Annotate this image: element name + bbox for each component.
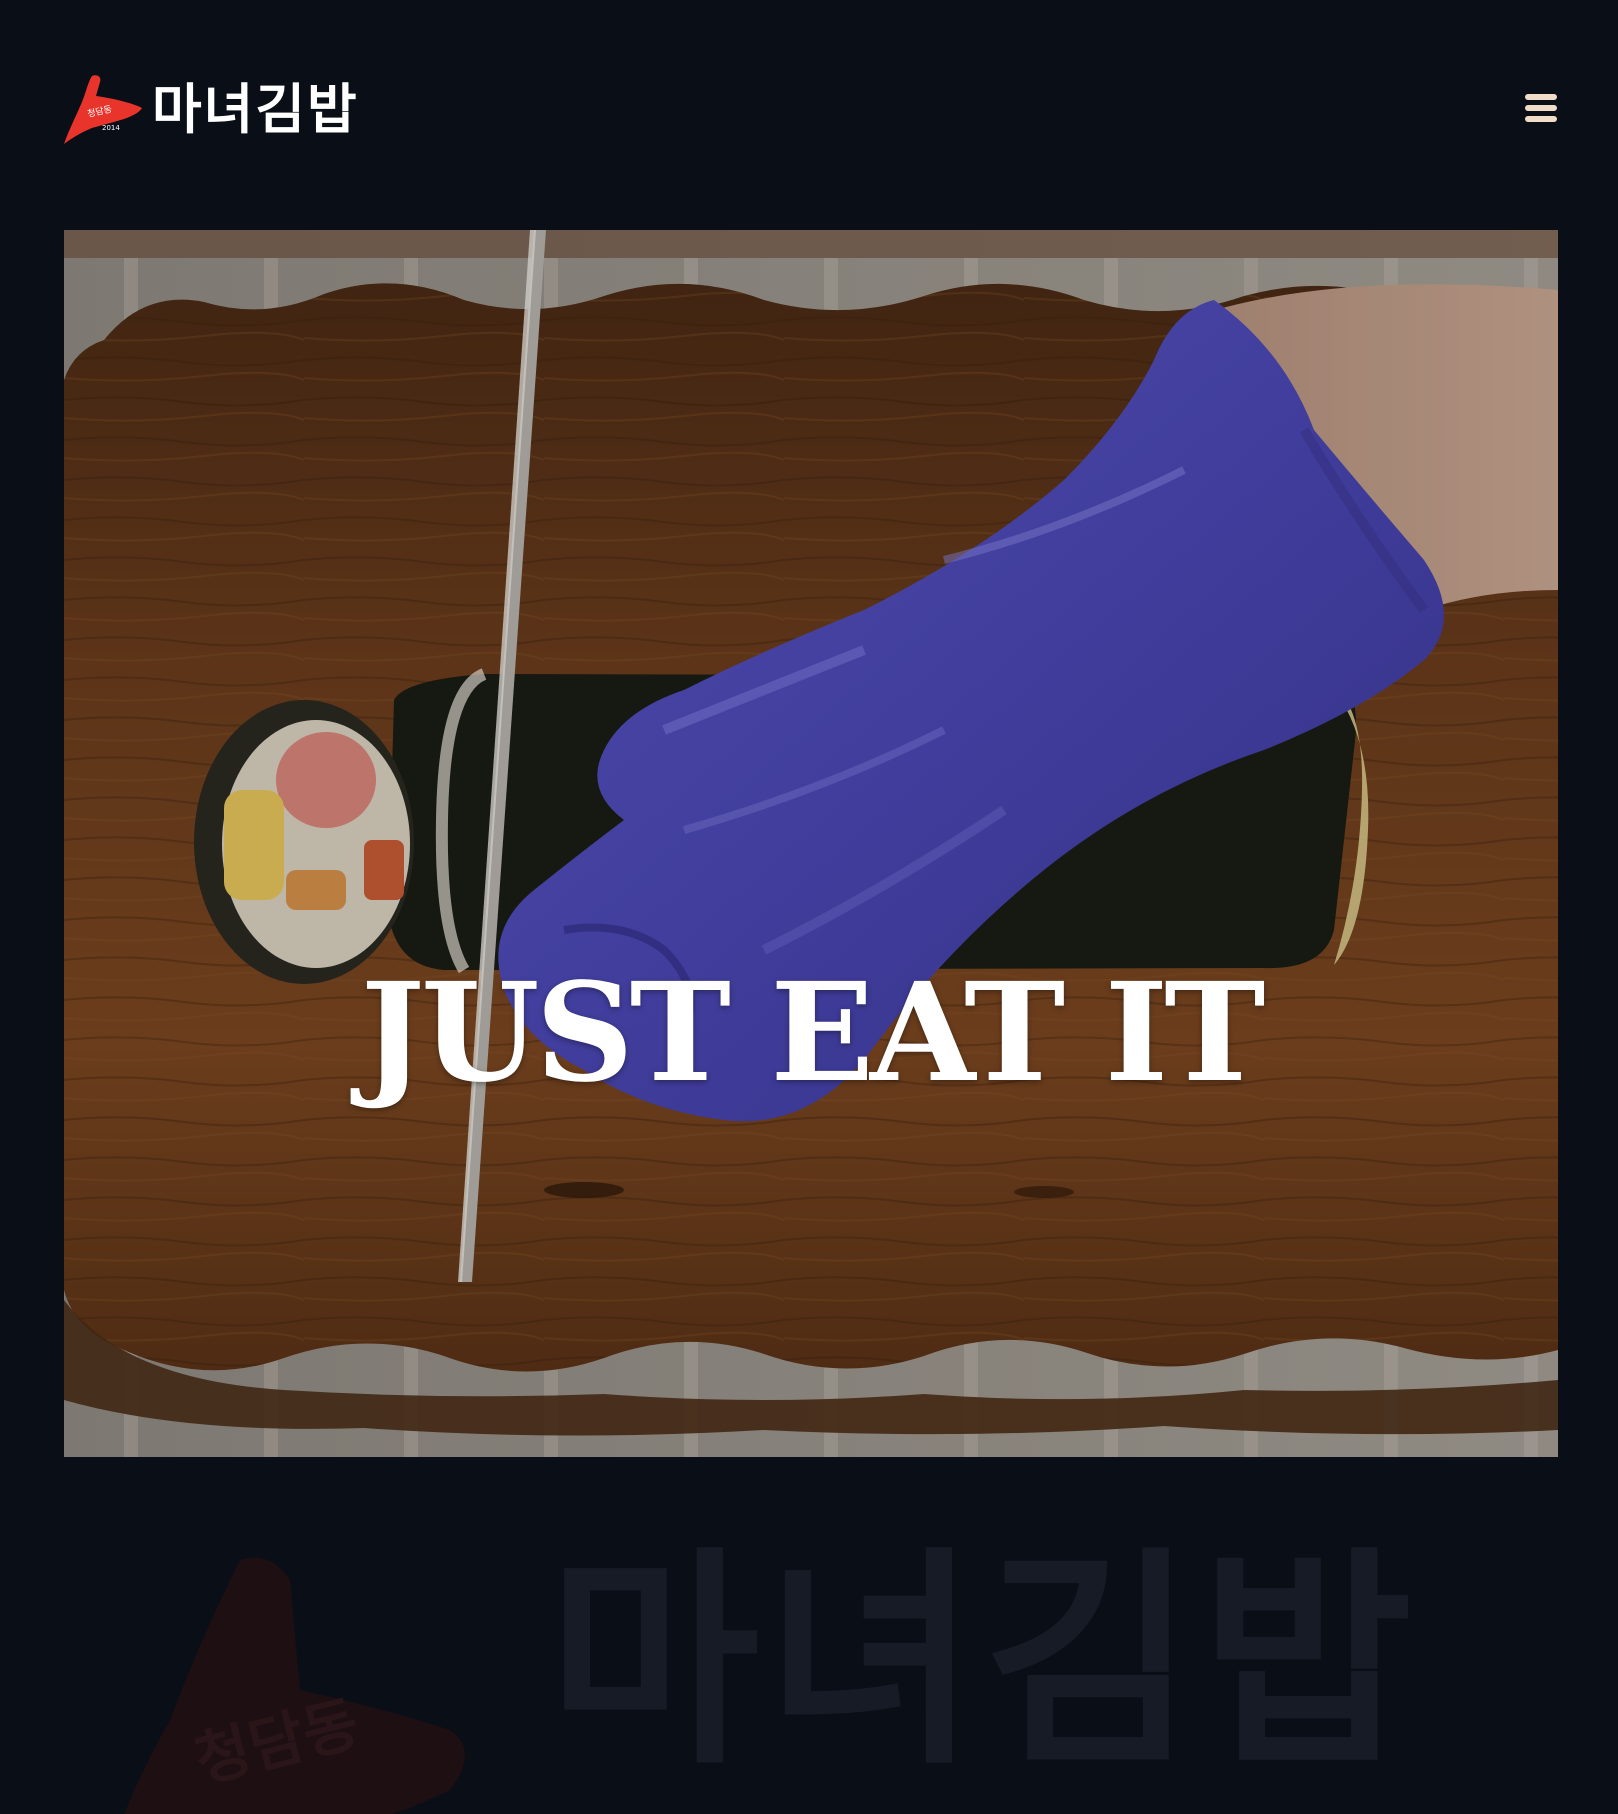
- brand-name: 마녀김밥: [152, 78, 359, 141]
- hero-photo-gimbap-cutting: [64, 230, 1558, 1457]
- footer-watermark-logo: 청담동 마녀김밥: [0, 1500, 1618, 1814]
- svg-text:2014: 2014: [102, 124, 120, 132]
- hamburger-menu-icon[interactable]: [1523, 90, 1559, 126]
- brand-logo[interactable]: 청담동 2014 마녀김밥: [62, 72, 359, 148]
- site-header: 청담동 2014 마녀김밥: [0, 0, 1618, 220]
- witch-hat-icon: 청담동: [124, 1557, 465, 1814]
- hero-banner: JUST EAT IT: [64, 230, 1558, 1457]
- watermark-brand-name: 마녀김밥: [548, 1529, 1419, 1796]
- witch-hat-icon: 청담동 2014: [62, 72, 144, 148]
- hero-title: JUST EAT IT: [360, 953, 1266, 1113]
